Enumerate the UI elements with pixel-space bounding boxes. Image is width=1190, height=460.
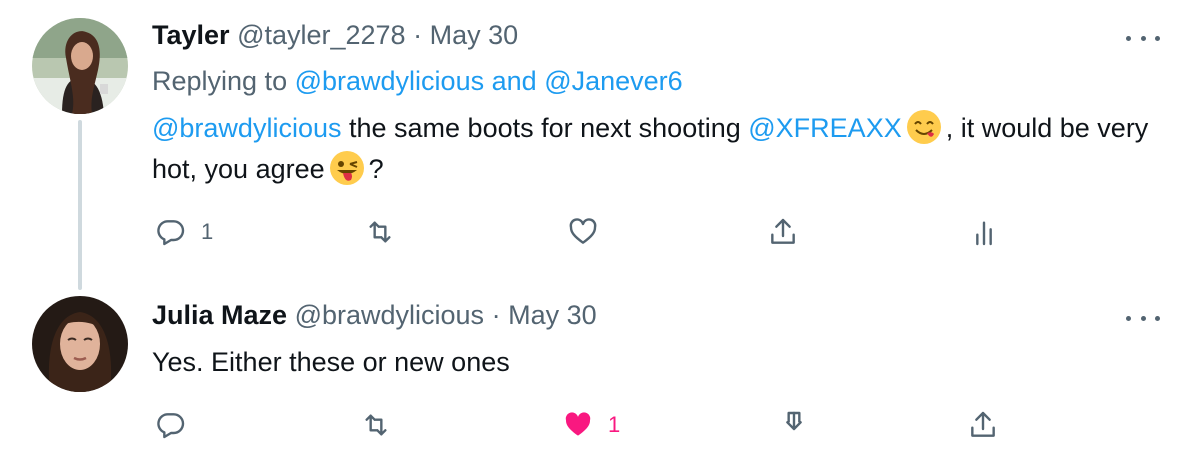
share-icon: [771, 218, 795, 244]
tweet-text-part: ?: [368, 154, 384, 184]
avatar[interactable]: [32, 18, 128, 114]
user-handle[interactable]: @brawdylicious: [295, 300, 484, 330]
timestamp[interactable]: May 30: [430, 20, 519, 50]
tweet-text-part: the same boots for next shooting: [349, 113, 741, 143]
reply-icon: [157, 220, 185, 246]
timestamp[interactable]: May 30: [508, 300, 597, 330]
winking-tongue-emoji-icon: [329, 151, 364, 185]
tweet-tayler[interactable]: Tayler @tayler_2278 · May 30 Replying to…: [0, 0, 1190, 290]
display-name[interactable]: Tayler: [152, 20, 230, 50]
reply-icon: [157, 413, 185, 439]
tweet-header: Tayler @tayler_2278 · May 30: [152, 20, 518, 51]
share-button[interactable]: [767, 212, 799, 252]
tweet-julia[interactable]: Julia Maze @brawdylicious · May 30 Yes. …: [0, 280, 1190, 460]
display-name[interactable]: Julia Maze: [152, 300, 287, 330]
user-handle[interactable]: @tayler_2278: [237, 20, 406, 50]
tweet-header: Julia Maze @brawdylicious · May 30: [152, 300, 597, 331]
replying-to: Replying to @brawdylicious and @Janever6: [152, 66, 683, 97]
mention-link[interactable]: @brawdylicious: [152, 113, 341, 143]
reply-count: 1: [201, 219, 214, 244]
separator: ·: [413, 20, 423, 50]
analytics-button[interactable]: [968, 212, 1000, 252]
download-icon: [786, 411, 802, 431]
tweet-text: Yes. Either these or new ones: [152, 347, 510, 377]
retweet-icon: [365, 414, 387, 436]
like-button[interactable]: 1: [562, 405, 620, 445]
reply-button[interactable]: 1: [155, 212, 213, 252]
replying-and[interactable]: and: [492, 66, 537, 96]
tweet-text: @brawdylicious the same boots for next s…: [152, 108, 1162, 190]
mention-link[interactable]: @XFREAXX: [748, 113, 901, 143]
tweet-actions: 1: [0, 405, 1190, 445]
analytics-icon: [976, 221, 992, 246]
retweet-button[interactable]: [364, 212, 396, 252]
like-count: 1: [608, 412, 621, 437]
more-options-icon[interactable]: [1126, 308, 1160, 328]
like-filled-icon: [565, 412, 591, 436]
reply-button[interactable]: [155, 405, 187, 445]
share-button[interactable]: [967, 405, 999, 445]
yum-emoji-icon: [906, 110, 941, 144]
like-button[interactable]: [567, 212, 599, 252]
separator: ·: [491, 300, 501, 330]
retweet-icon: [369, 221, 391, 243]
tweet-actions: 1: [0, 212, 1190, 252]
download-button[interactable]: [778, 405, 810, 445]
avatar[interactable]: [32, 296, 128, 392]
replying-user-link[interactable]: @Janever6: [544, 66, 682, 96]
like-icon: [569, 218, 597, 244]
thread-line: [78, 120, 82, 290]
retweet-button[interactable]: [360, 405, 392, 445]
share-icon: [971, 411, 995, 437]
more-options-icon[interactable]: [1126, 28, 1160, 48]
replying-user-link[interactable]: @brawdylicious: [295, 66, 484, 96]
replying-prefix: Replying to: [152, 66, 288, 96]
